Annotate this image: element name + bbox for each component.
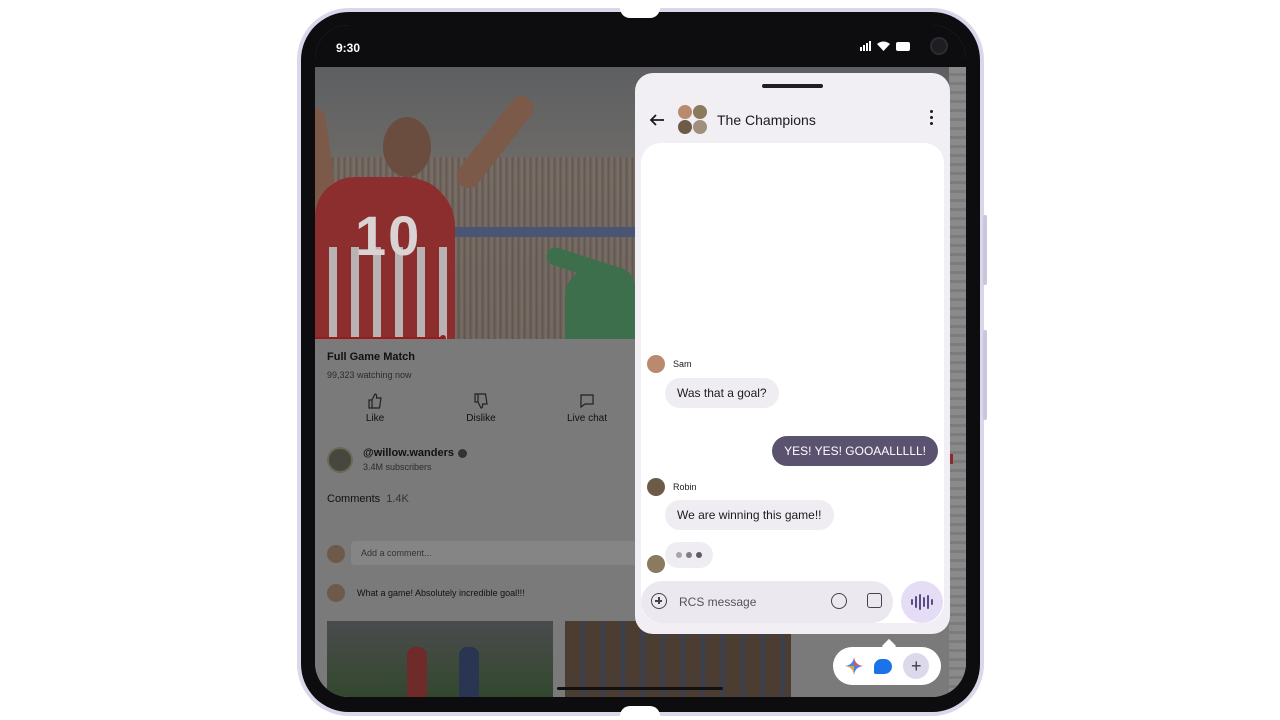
robin-avatar	[647, 478, 665, 496]
sender-name: Robin	[673, 482, 697, 492]
add-attachment-icon[interactable]	[651, 593, 667, 609]
hinge-notch-top	[620, 8, 660, 18]
chat-title[interactable]: The Champions	[717, 112, 816, 128]
thumbnail-player-blue	[459, 647, 479, 697]
message-bubble-outgoing[interactable]: YES! YES! GOOAALLLLL!	[772, 436, 938, 466]
sender-name: Sam	[673, 359, 692, 369]
sam-avatar	[647, 355, 665, 373]
bubble-bar: +	[833, 647, 941, 685]
drag-handle[interactable]	[762, 84, 823, 88]
like-label: Like	[365, 413, 385, 424]
signal-icon	[860, 41, 871, 51]
typing-indicator	[665, 542, 713, 568]
jersey-number: 10	[355, 204, 422, 267]
front-camera	[930, 37, 948, 55]
back-arrow-icon[interactable]	[648, 111, 666, 129]
user-avatar	[327, 545, 345, 563]
group-avatar[interactable]	[677, 104, 709, 136]
live-chat-button[interactable]: Live chat	[557, 393, 617, 424]
gallery-icon[interactable]	[867, 593, 882, 608]
gesture-home-bar[interactable]	[557, 687, 723, 690]
watching-count: 99,323 watching now	[327, 370, 412, 380]
member-avatar	[677, 119, 693, 135]
goalkeeper	[565, 267, 635, 339]
live-chat-label: Live chat	[566, 413, 608, 424]
channel-name-row[interactable]: @willow.wanders	[363, 447, 468, 459]
like-button[interactable]: Like	[345, 393, 405, 424]
chat-icon	[580, 394, 594, 409]
add-icon[interactable]: +	[903, 653, 930, 679]
power-button	[983, 330, 987, 420]
member-avatar	[692, 104, 708, 120]
compose-bar	[641, 581, 893, 623]
battery-icon	[896, 41, 910, 51]
player-celebrating: 10	[315, 91, 539, 339]
subscriber-count: 3.4M subscribers	[363, 462, 432, 472]
chat-bubble-window: The Champions Sam Was that a goal? YES! …	[635, 73, 950, 634]
thumbs-down-icon	[474, 393, 488, 409]
video-title: Full Game Match	[327, 351, 416, 363]
status-bar: 9:30	[315, 25, 966, 67]
emoji-icon[interactable]	[831, 593, 847, 609]
dislike-button[interactable]: Dislike	[451, 393, 511, 424]
verified-icon	[458, 448, 468, 458]
gemini-icon[interactable]	[844, 657, 863, 675]
player-head	[383, 117, 431, 177]
volume-button	[983, 215, 987, 285]
channel-avatar[interactable]	[327, 447, 353, 473]
add-comment-input[interactable]: Add a comment...	[351, 541, 641, 565]
screen: 9:30 10 Full Game Match 99,323 watching …	[315, 25, 966, 697]
channel-name: @willow.wanders	[363, 447, 455, 459]
dislike-label: Dislike	[466, 413, 496, 424]
sender-row: Robin	[647, 478, 697, 496]
background-net	[949, 67, 966, 697]
chat-header: The Champions	[635, 101, 950, 141]
comments-label: Comments	[327, 493, 381, 505]
message-input[interactable]	[679, 592, 819, 612]
wifi-icon	[877, 41, 890, 51]
member-avatar	[692, 119, 708, 135]
comments-count: 1.4K	[386, 493, 409, 505]
related-video-thumbnail[interactable]	[327, 621, 553, 697]
hinge-notch-bottom	[620, 706, 660, 716]
status-time: 9:30	[336, 41, 361, 55]
status-icons	[860, 41, 910, 51]
more-options-icon[interactable]	[930, 110, 934, 128]
messages-bubble-icon[interactable]	[873, 658, 892, 674]
typing-avatar	[647, 555, 665, 573]
sender-row: Sam	[647, 355, 692, 373]
thumbs-up-icon	[368, 393, 382, 409]
comments-header[interactable]: Comments 1.4K	[327, 493, 409, 505]
message-bubble-incoming[interactable]: Was that a goal?	[665, 378, 779, 408]
commenter-avatar	[327, 584, 345, 602]
thumbnail-player-red	[407, 647, 427, 697]
message-bubble-incoming[interactable]: We are winning this game!!	[665, 500, 834, 530]
top-comment: What a game! Absolutely incredible goal!…	[357, 588, 525, 598]
voice-message-button[interactable]	[901, 581, 943, 623]
member-avatar	[677, 104, 693, 120]
